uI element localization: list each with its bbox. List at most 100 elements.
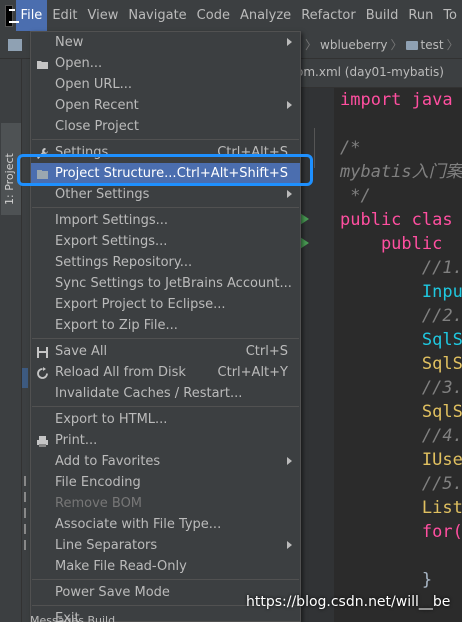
menu-item-label: Print...	[55, 433, 98, 448]
menu-item-export-project-to-eclipse[interactable]: Export Project to Eclipse...	[31, 294, 300, 315]
menu-item-sync-settings-to-jetbrains-account[interactable]: Sync Settings to JetBrains Account...	[31, 273, 300, 294]
menu-item-label: Reload All from Disk	[55, 365, 186, 380]
submenu-arrow-icon	[287, 101, 292, 109]
menu-item-label: Remove BOM	[55, 496, 143, 511]
highlight-annotation-box	[17, 154, 313, 186]
code-line: mybatis入门案	[340, 162, 462, 182]
intellij-logo-icon	[5, 4, 19, 27]
menu-item-label: Settings Repository...	[55, 255, 193, 270]
code-line: }	[340, 570, 433, 590]
menu-separator	[32, 139, 299, 140]
menu-item-label: Export Project to Eclipse...	[55, 297, 226, 312]
menu-separator	[32, 406, 299, 407]
menu-item-file-encoding[interactable]: File Encoding	[31, 472, 300, 493]
code-line: */	[340, 186, 371, 206]
menu-item-label: Save All	[55, 344, 108, 359]
menu-separator	[32, 338, 299, 339]
editor-tab-title: om.xml (day01-mybatis)	[296, 65, 444, 79]
project-tool-tab-label: 1: Project	[3, 153, 16, 205]
code-line: IUse	[340, 450, 462, 470]
menu-refactor[interactable]: Refactor	[296, 0, 361, 31]
chevron-right-icon: 〉	[305, 38, 318, 52]
breadcrumb-folder[interactable]: test	[421, 38, 444, 52]
code-line: //1.	[340, 258, 462, 278]
chevron-right-icon: 〉	[446, 38, 459, 52]
code-line: //2.	[340, 306, 462, 326]
code-line: SqlS	[340, 354, 462, 374]
menu-item-label: Open Recent	[55, 98, 139, 113]
menu-item-reload-all-from-disk[interactable]: Reload All from Disk Ctrl+Alt+Y	[31, 362, 300, 383]
menu-item-label: Invalidate Caches / Restart...	[55, 386, 243, 401]
menu-item-export-settings[interactable]: Export Settings...	[31, 231, 300, 252]
submenu-arrow-icon	[287, 190, 292, 198]
code-line: import java	[340, 90, 453, 110]
menu-item-open-recent[interactable]: Open Recent	[31, 95, 300, 116]
menu-edit[interactable]: Edit	[47, 0, 82, 31]
menu-to[interactable]: To	[438, 0, 462, 31]
menu-view[interactable]: View	[83, 0, 124, 31]
chevron-right-icon: 〉	[390, 38, 403, 52]
breadcrumb[interactable]: 〉 wblueberry 〉 test 〉	[302, 31, 462, 59]
reload-icon	[36, 366, 49, 379]
menu-run[interactable]: Run	[403, 0, 438, 31]
code-line: Inpu	[340, 282, 462, 302]
menu-item-line-separators[interactable]: Line Separators	[31, 535, 300, 556]
code-line: List	[340, 498, 462, 518]
menu-item-close-project[interactable]: Close Project	[31, 116, 300, 137]
menu-item-other-settings[interactable]: Other Settings	[31, 184, 300, 205]
menu-item-save-all[interactable]: Save All Ctrl+S	[31, 341, 300, 362]
folder-open-icon	[36, 57, 49, 70]
menu-analyze[interactable]: Analyze	[235, 0, 296, 31]
menu-item-invalidate-caches-restart[interactable]: Invalidate Caches / Restart...	[31, 383, 300, 404]
submenu-arrow-icon	[287, 457, 292, 465]
menu-item-associate-with-file-type[interactable]: Associate with File Type...	[31, 514, 300, 535]
code-line: public	[340, 234, 443, 254]
menu-item-export-to-html[interactable]: Export to HTML...	[31, 409, 300, 430]
bottom-tool-tabs[interactable]: Messages Build	[30, 614, 115, 622]
code-editor[interactable]: import java /* mybatis入门案 */ public clas pu…	[334, 88, 462, 622]
menu-separator	[32, 207, 299, 208]
code-line: for(	[340, 522, 462, 542]
menu-item-label: File Encoding	[55, 475, 141, 490]
editor-tab[interactable]: om.xml (day01-mybatis)	[296, 59, 462, 88]
menu-item-label: New	[55, 35, 84, 50]
menu-item-print[interactable]: Print...	[31, 430, 300, 451]
code-line: SqlS	[340, 330, 462, 350]
menu-item-label: Open URL...	[55, 77, 133, 92]
menu-file[interactable]: File	[15, 0, 48, 31]
menu-item-settings-repository[interactable]: Settings Repository...	[31, 252, 300, 273]
menu-item-shortcut: Ctrl+S	[245, 344, 288, 359]
menu-item-shortcut: Ctrl+Alt+Y	[217, 365, 288, 380]
menu-item-make-file-read-only[interactable]: Make File Read-Only	[31, 556, 300, 577]
menu-item-label: Make File Read-Only	[55, 559, 187, 574]
menu-item-label: Open...	[55, 56, 103, 71]
fold-line	[314, 128, 315, 168]
menu-item-label: Export to HTML...	[55, 412, 168, 427]
menu-item-export-to-zip-file[interactable]: Export to Zip File...	[31, 315, 300, 336]
run-class-icon[interactable]	[300, 213, 309, 225]
menu-item-label: Sync Settings to JetBrains Account...	[55, 276, 292, 291]
project-icon	[8, 39, 22, 51]
submenu-arrow-icon	[287, 541, 292, 549]
menu-separator	[32, 579, 299, 580]
menu-item-open[interactable]: Open...	[31, 53, 300, 74]
code-line: //4.	[340, 426, 462, 446]
menu-item-label: Power Save Mode	[55, 585, 170, 600]
run-method-icon[interactable]	[300, 237, 309, 249]
menu-build[interactable]: Build	[361, 0, 404, 31]
code-line: public clas	[340, 210, 453, 230]
menu-item-open-url[interactable]: Open URL...	[31, 74, 300, 95]
menu-item-add-to-favorites[interactable]: Add to Favorites	[31, 451, 300, 472]
menu-item-label: Close Project	[55, 119, 140, 134]
tree-indent-marks	[22, 470, 28, 590]
menu-item-new[interactable]: New	[31, 32, 300, 53]
breadcrumb-project[interactable]: wblueberry	[320, 38, 388, 52]
folder-icon	[405, 41, 418, 50]
menu-item-remove-bom: Remove BOM	[31, 493, 300, 514]
code-line: SqlS	[340, 402, 462, 422]
menu-item-label: Import Settings...	[55, 213, 168, 228]
menu-navigate[interactable]: Navigate	[123, 0, 191, 31]
tree-selection-mark	[22, 368, 28, 388]
menu-code[interactable]: Code	[192, 0, 235, 31]
menu-item-import-settings[interactable]: Import Settings...	[31, 210, 300, 231]
